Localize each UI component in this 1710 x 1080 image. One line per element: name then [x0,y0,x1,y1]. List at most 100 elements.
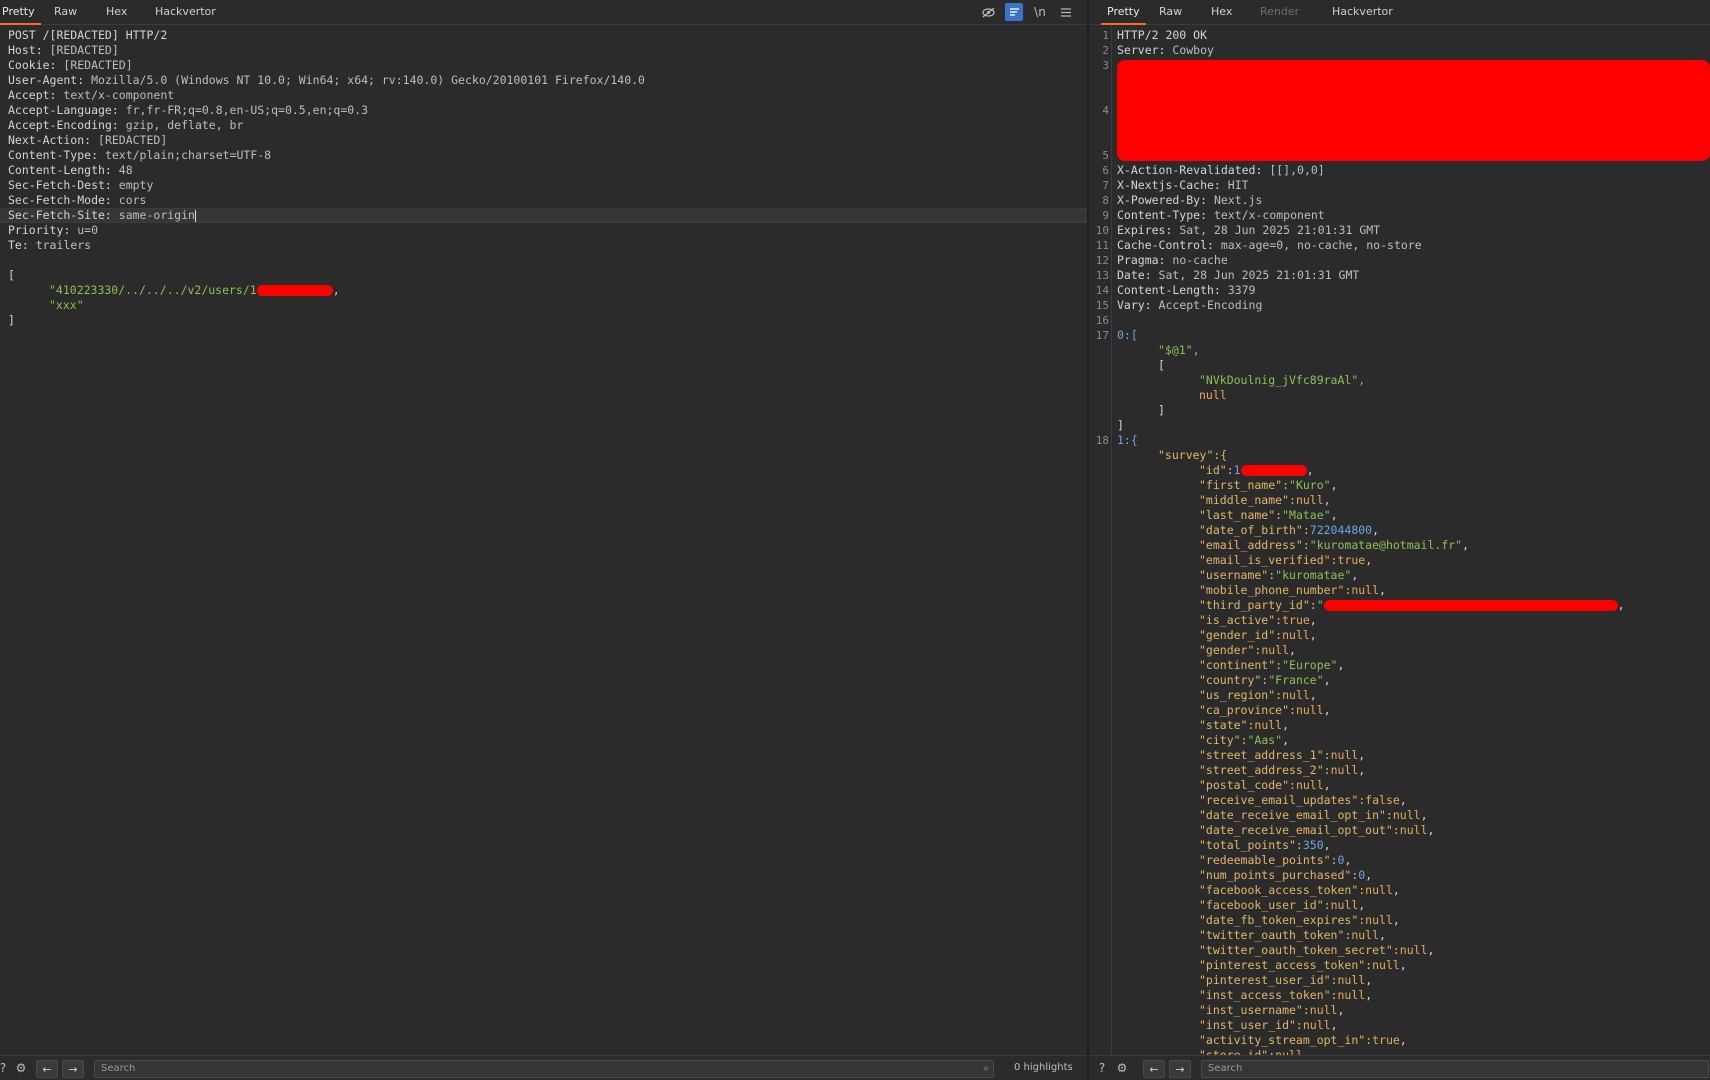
json-value: null [1372,958,1400,972]
json-value: null [1399,943,1428,957]
json-value: null [1330,748,1359,762]
line-number: 17 [1095,329,1109,342]
header-name: Sec-Fetch-Mode: [8,193,112,207]
json-key: "inst_access_token": [1199,988,1338,1002]
response-line: "us_region":null, [1089,688,1710,703]
json-key: "email_is_verified": [1199,553,1338,567]
newline-icon[interactable]: \n [1031,3,1049,21]
json-value: null [1337,973,1366,987]
json-value: null [1282,628,1310,642]
json-key: "total_points": [1199,838,1303,852]
line-code: "gender_id":null, [1199,628,1317,643]
menu-icon[interactable] [1057,3,1075,21]
response-line: "state":null, [1089,718,1710,733]
json-key: "gender": [1199,643,1262,657]
json-key: "us_region": [1199,688,1283,702]
tab-pretty[interactable]: Pretty [0,0,41,25]
json-punct: , [1282,733,1290,747]
line-code: [ [1158,358,1165,373]
json-value: "Europe" [1282,658,1338,672]
json-value: " [1316,598,1324,612]
tab-raw[interactable]: Raw [1153,0,1188,23]
response-line: "gender":null, [1089,643,1710,658]
line-number: 14 [1095,284,1109,297]
redaction-block [1117,60,1710,161]
tab-hackvertor[interactable]: Hackvertor [149,0,222,23]
search-placeholder: Search [1208,1063,1243,1074]
response-line: "date_receive_email_opt_out":null, [1089,823,1710,838]
tab-hackvertor[interactable]: Hackvertor [1326,0,1399,23]
json-punct: , [1282,718,1290,732]
tab-pretty[interactable]: Pretty [1101,0,1146,25]
response-line: "twitter_oauth_token":null, [1089,928,1710,943]
search-input[interactable]: Search [1201,1060,1709,1078]
prev-match-button[interactable]: ← [1143,1060,1165,1078]
response-line: 14 Content-Length: 3379 [1089,283,1710,298]
line-code: X-Powered-By: Next.js [1117,193,1262,208]
search-input[interactable]: Search ⌕ [94,1060,994,1078]
request-editor[interactable]: POST /[REDACTED] HTTP/2 Host: [REDACTED] C… [0,25,1087,1056]
tab-hex[interactable]: Hex [100,0,133,23]
json-key: "receive_email_updates": [1199,793,1366,807]
json-value: "Aas" [1247,733,1283,747]
line-code: "date_of_birth":722044800, [1199,523,1379,538]
hide-icon[interactable] [979,3,997,21]
line-code: "middle_name":null, [1199,493,1331,508]
request-pane: Pretty Raw Hex Hackvertor \n POST /[REDA… [0,0,1089,1080]
response-line: "email_address":"kuromatae@hotmail.fr", [1089,538,1710,553]
header-value: 48 [111,163,133,177]
search-placeholder: Search [101,1063,136,1074]
json-punct: , [1330,508,1338,522]
wrap-icon[interactable] [1005,3,1023,21]
gear-icon[interactable]: ⚙ [12,1060,30,1076]
response-editor[interactable]: 1 HTTP/2 200 OK 2 Server: Cowboy 3 4 5 6 X-Actio… [1089,25,1710,1056]
json-punct: , [1399,958,1407,972]
line-code: "date_receive_email_opt_in":null, [1199,808,1428,823]
json-bracket: ] [1158,403,1165,417]
json-key: "gender_id": [1199,628,1283,642]
next-match-button[interactable]: → [62,1060,84,1078]
line-code: "num_points_purchased":0, [1199,868,1372,883]
line-number: 7 [1102,179,1109,192]
response-line: 9 Content-Type: text/x-component [1089,208,1710,223]
json-value: "kuromatae" [1275,568,1352,582]
header-name: Cache-Control: [1117,238,1214,252]
json-value: null [1330,763,1359,777]
header-value: [REDACTED] [56,58,133,72]
line-code: "date_fb_token_expires":null, [1199,913,1400,928]
next-match-button[interactable]: → [1169,1060,1191,1078]
prev-match-button[interactable]: ← [36,1060,58,1078]
json-punct: , [1427,823,1435,837]
json-key: "twitter_oauth_token_secret": [1199,943,1400,957]
tab-hex[interactable]: Hex [1205,0,1238,23]
tab-raw[interactable]: Raw [48,0,83,23]
json-key: "num_points_purchased": [1199,868,1359,882]
header-name: Next-Action: [8,133,92,147]
json-punct: , [1344,853,1352,867]
json-value: null [1309,1003,1338,1017]
response-line: "city":"Aas", [1089,733,1710,748]
json-value: false [1365,793,1400,807]
line-code: "email_address":"kuromatae@hotmail.fr", [1199,538,1469,553]
tab-render[interactable]: Render [1254,0,1305,23]
line-code: Server: Cowboy [1117,43,1214,58]
help-icon[interactable]: ? [1093,1060,1111,1076]
response-line: "survey":{ [1089,448,1710,463]
header-name: POST /[REDACTED] HTTP/2 [8,28,168,42]
response-line: [ [1089,358,1710,373]
gear-icon[interactable]: ⚙ [1113,1060,1131,1076]
help-icon[interactable]: ? [0,1060,12,1076]
json-punct: , [1399,793,1407,807]
json-key: "is_active": [1199,613,1283,627]
header-value: text/x-component [1207,208,1325,222]
response-line: "twitter_oauth_token_secret":null, [1089,943,1710,958]
request-tabbar: Pretty Raw Hex Hackvertor \n [0,0,1087,25]
line-code: "total_points":350, [1199,838,1331,853]
header-value: [REDACTED] [42,43,119,57]
line-code: 1:{ [1117,433,1138,448]
json-key: "inst_username": [1199,1003,1310,1017]
line-code: 0:[ [1117,328,1138,343]
response-line: "continent":"Europe", [1089,658,1710,673]
line-code: "pinterest_user_id":null, [1199,973,1372,988]
body-string: "xxx" [49,298,84,312]
